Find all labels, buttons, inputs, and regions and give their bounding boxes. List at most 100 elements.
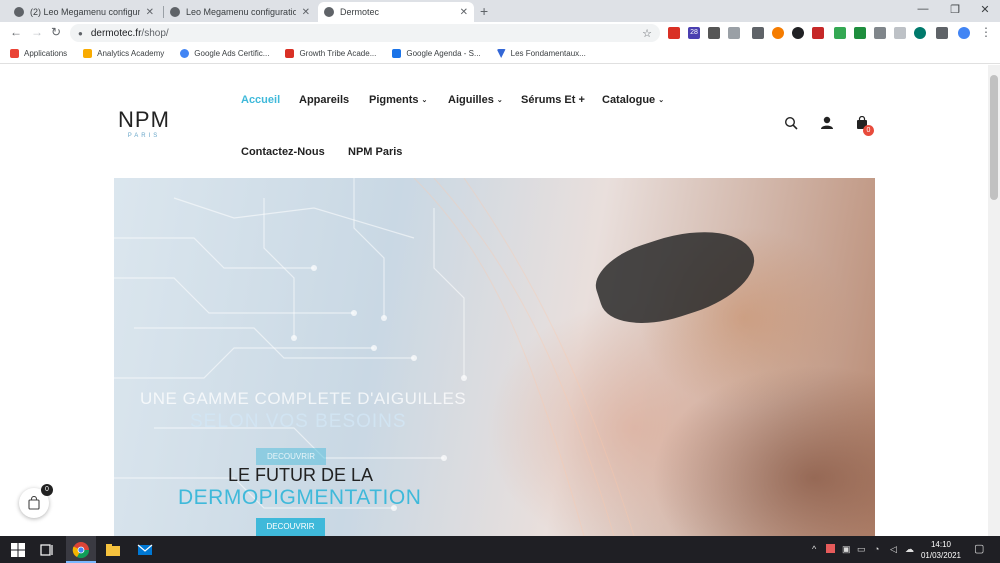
- address-bar[interactable]: ● dermotec.fr /shop/ ☆: [70, 24, 660, 42]
- star-extension-icon[interactable]: [772, 27, 784, 39]
- menu-item-pigments[interactable]: Pigments ⌄: [369, 94, 427, 106]
- site-logo[interactable]: NPM PARIS: [114, 107, 174, 140]
- url-path: /shop/: [141, 27, 169, 39]
- browser-tab-1[interactable]: (2) Leo Megamenu configuration ✕: [8, 2, 160, 22]
- chevron-up-icon[interactable]: ^: [812, 544, 816, 554]
- menu-item-accueil[interactable]: Accueil: [241, 94, 280, 106]
- google-icon: [180, 49, 190, 58]
- decouvrir-button[interactable]: DECOUVRIR: [256, 518, 325, 536]
- clock-date: 01/03/2021: [920, 551, 962, 560]
- profile-avatar-icon[interactable]: [958, 27, 970, 39]
- extension-icon[interactable]: [812, 27, 824, 39]
- restore-button[interactable]: ❐: [940, 3, 970, 16]
- extension-icon[interactable]: [708, 27, 720, 39]
- chevron-down-icon: ⌄: [658, 97, 665, 105]
- bookmark-analytics-academy[interactable]: Analytics Academy: [83, 49, 164, 58]
- onedrive-cloud-icon[interactable]: ☁: [905, 544, 914, 555]
- floating-cart-count-badge: 0: [41, 484, 53, 496]
- bookmark-label: Les Fondamentaux...: [510, 49, 586, 58]
- minimize-button[interactable]: —: [908, 3, 938, 15]
- bookmark-google-ads[interactable]: Google Ads Certific...: [180, 49, 269, 58]
- bookmark-growth-tribe[interactable]: Growth Tribe Acade...: [285, 49, 376, 58]
- bookmark-label: Google Agenda - S...: [406, 49, 481, 58]
- bookmark-label: Growth Tribe Acade...: [299, 49, 377, 58]
- back-arrow-icon[interactable]: ←: [10, 25, 22, 39]
- tab-title: (2) Leo Megamenu configuration: [30, 7, 140, 17]
- cart-count-badge: 0: [863, 125, 874, 136]
- close-icon[interactable]: ✕: [146, 7, 154, 18]
- menu-item-contact[interactable]: Contactez-Nous: [241, 146, 325, 158]
- web-page: NPM PARIS Accueil Appareils Pigments ⌄ Ai…: [0, 65, 988, 536]
- close-window-button[interactable]: ✕: [970, 3, 1000, 16]
- extension-icon[interactable]: [914, 27, 926, 39]
- extension-icon[interactable]: [834, 27, 846, 39]
- wifi-icon[interactable]: ◔: [874, 544, 879, 554]
- windows-start-icon[interactable]: [9, 541, 27, 559]
- extension-icon[interactable]: [792, 27, 804, 39]
- extension-icon[interactable]: [874, 27, 886, 39]
- forward-arrow-icon[interactable]: →: [31, 25, 43, 39]
- task-view-icon[interactable]: [38, 541, 56, 559]
- file-explorer-icon[interactable]: [104, 541, 122, 559]
- menu-label: Aiguilles: [448, 94, 494, 106]
- globe-favicon-icon: [324, 7, 334, 17]
- calendar-icon: [392, 49, 402, 58]
- search-icon[interactable]: [784, 116, 798, 130]
- extension-badge-icon[interactable]: 28: [688, 27, 700, 39]
- kebab-menu-icon[interactable]: ⋮: [980, 25, 992, 39]
- bookmark-label: Analytics Academy: [97, 49, 165, 58]
- browser-tab-3-active[interactable]: Dermotec ✕: [318, 2, 474, 22]
- user-account-icon[interactable]: [820, 116, 834, 130]
- shopping-bag-icon: [28, 496, 40, 510]
- menu-item-npm-paris[interactable]: NPM Paris: [348, 146, 402, 158]
- bookmark-applications[interactable]: Applications: [10, 49, 67, 58]
- extension-icon[interactable]: [728, 27, 740, 39]
- bookmark-star-icon[interactable]: ☆: [642, 27, 652, 40]
- menu-item-catalogue[interactable]: Catalogue ⌄: [602, 94, 664, 106]
- apps-grid-icon: [10, 49, 19, 58]
- browser-toolbar: ← → ↻ ● dermotec.fr /shop/ ☆ 28 ⋮: [0, 22, 1000, 44]
- extension-icon[interactable]: [894, 27, 906, 39]
- hero-ghost-line-2: SELON VOS BESOINS: [190, 411, 407, 432]
- battery-icon[interactable]: ▭: [857, 544, 866, 555]
- chrome-icon: [72, 542, 90, 559]
- tray-app-icon[interactable]: [826, 544, 835, 553]
- bookmark-label: Applications: [24, 49, 68, 58]
- bookmark-les-fondamentaux[interactable]: Les Fondamentaux...: [496, 49, 586, 58]
- scrollbar-thumb[interactable]: [990, 75, 998, 200]
- bookmarks-bar: Applications Analytics Academy Google Ad…: [0, 44, 1000, 64]
- close-icon[interactable]: ✕: [460, 7, 468, 18]
- lock-icon: ●: [78, 28, 83, 38]
- notifications-icon[interactable]: ▢: [974, 542, 984, 555]
- logo-main-text: NPM: [118, 107, 170, 132]
- extension-icon[interactable]: [854, 27, 866, 39]
- camera-icon[interactable]: ▣: [842, 544, 851, 555]
- bookmark-google-agenda[interactable]: Google Agenda - S...: [392, 49, 481, 58]
- triangle-icon: [496, 49, 506, 58]
- browser-tab-strip: (2) Leo Megamenu configuration ✕ Leo Meg…: [0, 0, 1000, 22]
- new-tab-button[interactable]: +: [480, 3, 488, 19]
- volume-icon[interactable]: ◁: [890, 544, 897, 555]
- extension-icon[interactable]: [752, 27, 764, 39]
- menu-item-serums[interactable]: Sérums Et +: [521, 94, 585, 106]
- taskbar-chrome-active[interactable]: [66, 536, 96, 563]
- analytics-icon: [83, 49, 93, 58]
- menu-item-appareils[interactable]: Appareils: [299, 94, 349, 106]
- taskbar-clock[interactable]: 14:10 01/03/2021: [916, 539, 966, 561]
- close-icon[interactable]: ✕: [302, 7, 310, 18]
- hero-slider[interactable]: UNE GAMME COMPLETE D'AIGUILLES SELON VOS…: [114, 178, 875, 536]
- chrome-favicon-icon: [14, 7, 24, 17]
- hero-title-line-2: DERMOPIGMENTATION: [178, 486, 422, 509]
- hero-ghost-line-1: UNE GAMME COMPLETE D'AIGUILLES: [140, 389, 467, 408]
- clock-time: 14:10: [930, 540, 952, 549]
- reload-icon[interactable]: ↻: [51, 25, 61, 39]
- tab-title: Leo Megamenu configuration - C: [186, 7, 296, 17]
- mail-icon[interactable]: [136, 541, 154, 559]
- pdf-extension-icon[interactable]: [668, 27, 680, 39]
- menu-label: Catalogue: [602, 94, 656, 106]
- puzzle-extensions-icon[interactable]: [936, 27, 948, 39]
- page-scrollbar[interactable]: [988, 65, 1000, 536]
- chevron-down-icon: ⌄: [496, 97, 503, 105]
- menu-item-aiguilles[interactable]: Aiguilles ⌄: [448, 94, 503, 106]
- browser-tab-2[interactable]: Leo Megamenu configuration - C ✕: [164, 2, 316, 22]
